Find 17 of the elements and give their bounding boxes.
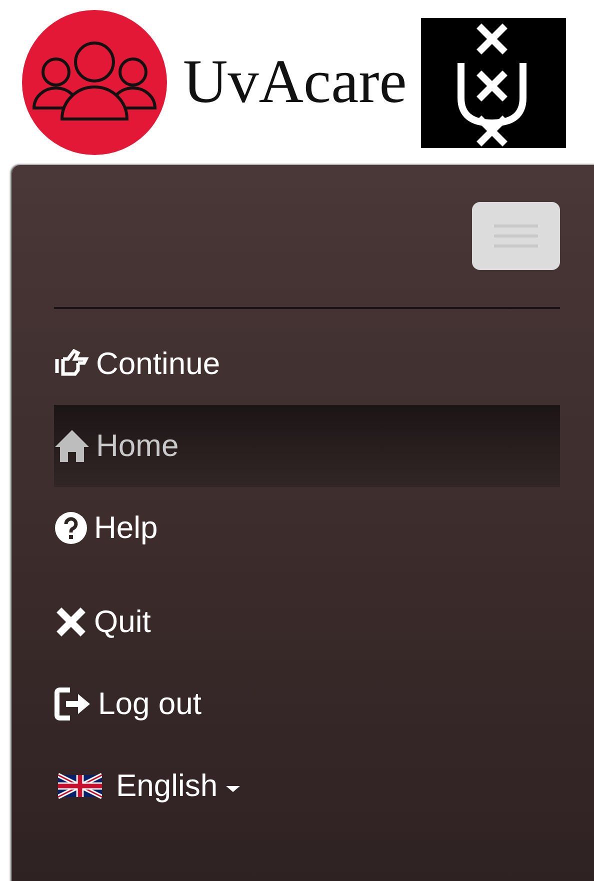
people-logo-icon (22, 10, 167, 155)
menu-item[interactable]: Help (54, 487, 560, 569)
crosses-logo-icon (420, 18, 566, 148)
house-icon (54, 429, 90, 463)
menu-item[interactable]: English (54, 745, 560, 827)
close-icon (54, 605, 88, 639)
menu-item[interactable]: Continue (54, 323, 560, 405)
menu-item[interactable]: Home (54, 405, 560, 487)
pointing-hand-icon (54, 349, 90, 379)
logout-icon (54, 687, 92, 721)
menu-item[interactable]: Quit (54, 581, 560, 663)
brand-name: UvAcare (183, 47, 407, 118)
menu-item[interactable]: Log out (54, 663, 560, 745)
uk-flag-icon (58, 771, 102, 801)
menu-toggle-button[interactable] (472, 202, 560, 270)
help-icon (54, 511, 88, 545)
caret-icon (226, 786, 240, 792)
